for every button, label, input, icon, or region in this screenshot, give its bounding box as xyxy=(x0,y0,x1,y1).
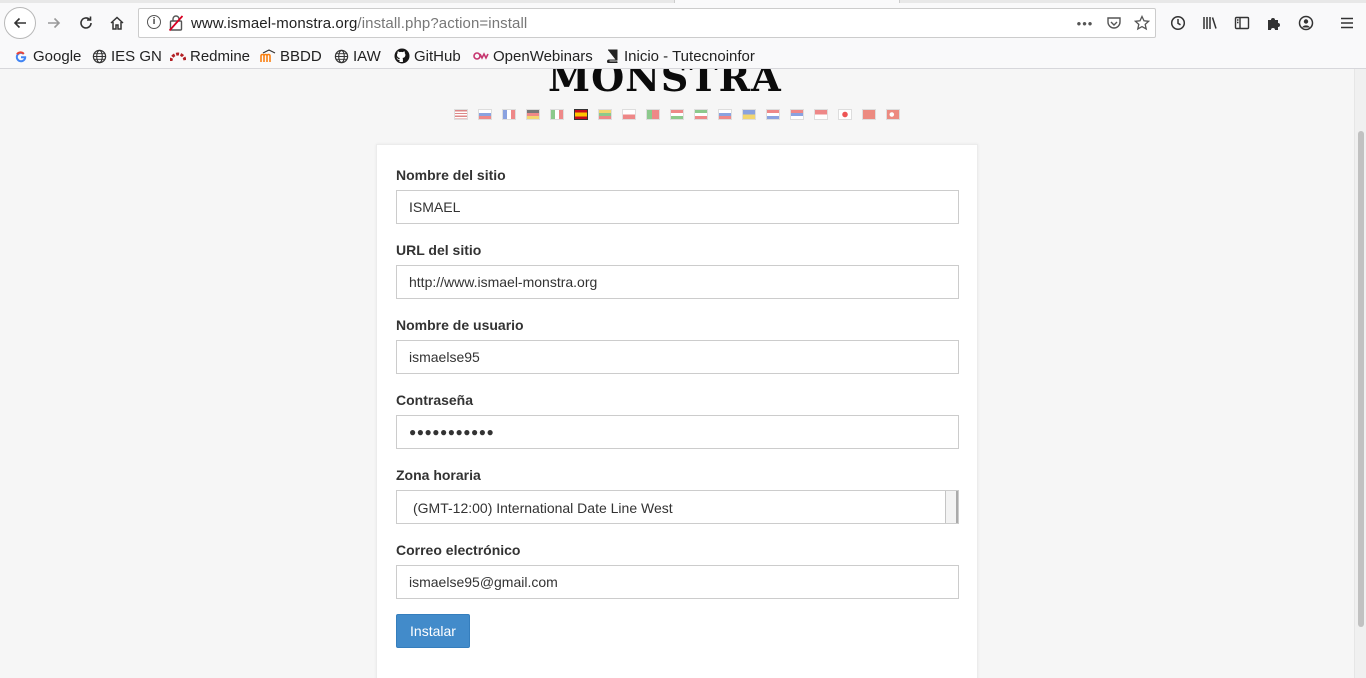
page-viewport: MONSTRA Nombre del sitio ISMAEL URL del … xyxy=(0,69,1354,678)
forward-button[interactable] xyxy=(40,9,68,37)
flag-it[interactable] xyxy=(550,109,564,120)
timezone-label: Zona horaria xyxy=(396,467,481,483)
library-icon xyxy=(1203,17,1217,29)
home-icon xyxy=(110,16,124,30)
back-arrow-icon xyxy=(13,17,26,29)
globe-icon xyxy=(333,48,349,64)
flag-pt[interactable] xyxy=(646,109,660,120)
bookmarks-toolbar: Google IES GN Redmine BBDD IAW GitHub Op… xyxy=(0,43,1366,69)
bookmark-google[interactable]: Google xyxy=(13,46,81,66)
flag-ja[interactable] xyxy=(838,109,852,120)
navigation-toolbar: i www.ismael-monstra.org/install.php?act… xyxy=(0,3,1366,43)
bookmark-openwebinars[interactable]: OpenWebinars xyxy=(473,46,593,66)
reload-icon xyxy=(80,16,92,29)
google-icon xyxy=(13,48,29,64)
flag-zh[interactable] xyxy=(862,109,876,120)
flag-lt[interactable] xyxy=(598,109,612,120)
hamburger-menu-icon xyxy=(1341,17,1353,29)
insecure-lock-icon[interactable] xyxy=(169,14,183,32)
bookmark-redmine[interactable]: Redmine xyxy=(170,46,250,66)
flag-sk[interactable] xyxy=(718,109,732,120)
flag-tr[interactable] xyxy=(886,109,900,120)
flag-sr[interactable] xyxy=(790,109,804,120)
bookmark-label: Inicio - Tutecnoinfor xyxy=(624,47,755,65)
timezone-selected-value: (GMT-12:00) International Date Line West xyxy=(413,500,673,516)
bookmark-star-icon[interactable] xyxy=(1131,12,1153,34)
email-label: Correo electrónico xyxy=(396,542,521,558)
pocket-icon[interactable] xyxy=(1103,12,1125,34)
install-form: Nombre del sitio ISMAEL URL del sitio ht… xyxy=(376,144,978,678)
flag-pl[interactable] xyxy=(622,109,636,120)
globe-icon xyxy=(91,48,107,64)
puzzle-icon xyxy=(1268,18,1280,30)
bookmark-iaw[interactable]: IAW xyxy=(333,46,381,66)
password-input[interactable]: ●●●●●●●●●●● xyxy=(396,415,959,449)
forward-arrow-icon xyxy=(48,17,61,29)
site-url-label: URL del sitio xyxy=(396,242,482,258)
github-icon xyxy=(394,48,410,64)
extensions-button[interactable] xyxy=(1260,9,1288,37)
url-host: www.ismael-monstra.org xyxy=(191,15,358,32)
page-actions-menu-icon[interactable]: ••• xyxy=(1074,12,1096,34)
library-button[interactable] xyxy=(1196,9,1224,37)
flag-en[interactable] xyxy=(454,109,468,120)
url-text[interactable]: www.ismael-monstra.org/install.php?actio… xyxy=(191,15,527,32)
url-path: /install.php?action=install xyxy=(357,15,528,32)
flag-ua[interactable] xyxy=(742,109,756,120)
bookmark-bbdd[interactable]: BBDD xyxy=(260,46,322,66)
openwebinars-icon xyxy=(473,48,489,64)
bookmark-label: IAW xyxy=(353,47,381,65)
history-button[interactable] xyxy=(1164,9,1192,37)
language-flags xyxy=(454,109,910,120)
back-button[interactable] xyxy=(4,7,36,39)
timezone-select[interactable]: (GMT-12:00) International Date Line West xyxy=(396,490,959,524)
site-url-input[interactable]: http://www.ismael-monstra.org xyxy=(396,265,959,299)
bookmark-ies-gn[interactable]: IES GN xyxy=(91,46,162,66)
username-input[interactable]: ismaelse95 xyxy=(396,340,959,374)
monstra-logo: MONSTRA xyxy=(548,69,782,100)
site-name-label: Nombre del sitio xyxy=(396,167,506,183)
bookmark-label: BBDD xyxy=(280,47,322,65)
bookmark-label: IES GN xyxy=(111,47,162,65)
page-scrollbar[interactable] xyxy=(1354,69,1366,678)
flag-de[interactable] xyxy=(526,109,540,120)
bookmark-label: Redmine xyxy=(190,47,251,65)
bookmark-label: GitHub xyxy=(414,47,461,65)
moodle-icon xyxy=(260,48,276,64)
flag-id[interactable] xyxy=(814,109,828,120)
sidebar-icon xyxy=(1234,16,1250,30)
reload-button[interactable] xyxy=(72,9,100,37)
flag-nl[interactable] xyxy=(766,109,780,120)
home-button[interactable] xyxy=(103,9,131,37)
install-button[interactable]: Instalar xyxy=(396,614,470,648)
address-bar[interactable]: i www.ismael-monstra.org/install.php?act… xyxy=(138,8,1156,38)
bookmark-label: Google xyxy=(33,47,82,65)
flag-hu[interactable] xyxy=(670,109,684,120)
flag-fr[interactable] xyxy=(502,109,516,120)
redmine-icon xyxy=(170,48,186,64)
username-label: Nombre de usuario xyxy=(396,317,524,333)
clock-icon xyxy=(1170,15,1186,31)
bookmark-tutecnoinfor[interactable]: Inicio - Tutecnoinfor xyxy=(604,46,755,66)
flag-es[interactable] xyxy=(574,109,588,120)
bookmark-label: OpenWebinars xyxy=(493,47,593,65)
menu-button[interactable] xyxy=(1333,9,1361,37)
select-dropdown-handle[interactable] xyxy=(945,491,958,523)
bookmark-github[interactable]: GitHub xyxy=(394,46,461,66)
page-info-icon[interactable]: i xyxy=(147,15,161,29)
scrollbar-thumb[interactable] xyxy=(1358,131,1364,627)
email-input[interactable]: ismaelse95@gmail.com xyxy=(396,565,959,599)
account-button[interactable] xyxy=(1292,9,1320,37)
flag-ir[interactable] xyxy=(694,109,708,120)
flag-ru[interactable] xyxy=(478,109,492,120)
sidebar-button[interactable] xyxy=(1228,9,1256,37)
account-icon xyxy=(1298,15,1314,31)
book-icon xyxy=(604,48,620,64)
password-label: Contraseña xyxy=(396,392,474,408)
site-name-input[interactable]: ISMAEL xyxy=(396,190,959,224)
